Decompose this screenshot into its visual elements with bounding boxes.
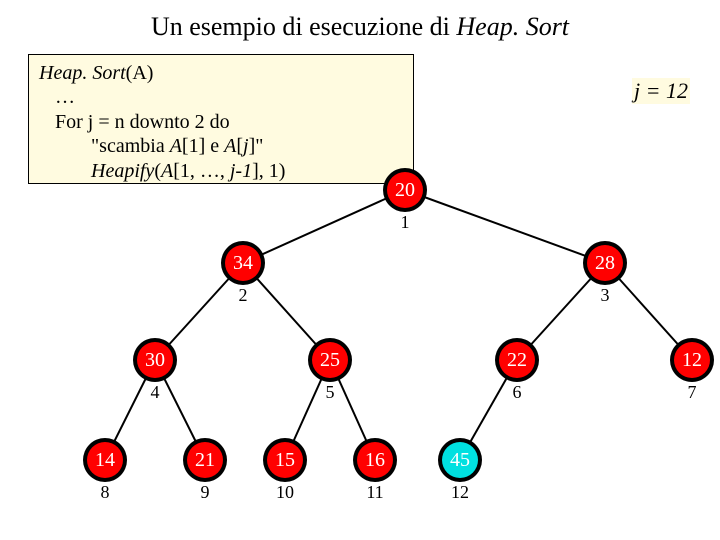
node-1: 20 1 <box>383 168 427 232</box>
node-10: 15 10 <box>263 438 307 502</box>
heap-tree: 20 1 34 2 28 3 30 4 25 5 22 6 12 7 14 8 <box>0 150 720 540</box>
node-2-index: 2 <box>239 285 248 305</box>
node-11-index: 11 <box>366 482 383 502</box>
node-6-index: 6 <box>513 382 522 402</box>
node-4-index: 4 <box>151 382 160 402</box>
code-line-3: For j = n downto 2 do <box>39 110 403 134</box>
node-11: 16 11 <box>353 438 397 502</box>
node-3-value: 28 <box>595 252 615 274</box>
node-9: 21 9 <box>183 438 227 502</box>
code-line-2: … <box>39 85 403 109</box>
edge-1-3 <box>405 190 605 263</box>
node-7-value: 12 <box>682 349 702 371</box>
node-8-value: 14 <box>95 449 115 471</box>
node-8-index: 8 <box>101 482 110 502</box>
node-12-index: 12 <box>451 482 469 502</box>
node-1-value: 20 <box>395 179 415 201</box>
node-3: 28 3 <box>583 241 627 305</box>
node-5-value: 25 <box>320 349 340 371</box>
node-6-value: 22 <box>507 349 527 371</box>
j-value-label: j = 12 <box>632 78 690 104</box>
node-10-index: 10 <box>276 482 294 502</box>
node-12-value: 45 <box>450 449 470 471</box>
node-8: 14 8 <box>83 438 127 502</box>
node-3-index: 3 <box>601 285 610 305</box>
node-9-index: 9 <box>201 482 210 502</box>
node-12: 45 12 <box>438 438 482 502</box>
node-10-value: 15 <box>275 449 295 471</box>
code-line-1: Heap. Sort(A) <box>39 61 403 85</box>
node-2-value: 34 <box>233 252 253 274</box>
node-1-index: 1 <box>401 212 410 232</box>
node-11-value: 16 <box>365 449 385 471</box>
node-5-index: 5 <box>326 382 335 402</box>
node-4-value: 30 <box>145 349 165 371</box>
node-2: 34 2 <box>221 241 265 305</box>
title-italic: Heap. Sort <box>456 12 569 41</box>
node-7-index: 7 <box>688 382 697 402</box>
node-9-value: 21 <box>195 449 215 471</box>
node-7: 12 7 <box>670 338 714 402</box>
node-6: 22 6 <box>495 338 539 402</box>
title-prefix: Un esempio di esecuzione di <box>151 12 456 41</box>
edge-1-2 <box>243 190 405 263</box>
page-title: Un esempio di esecuzione di Heap. Sort <box>0 0 720 42</box>
